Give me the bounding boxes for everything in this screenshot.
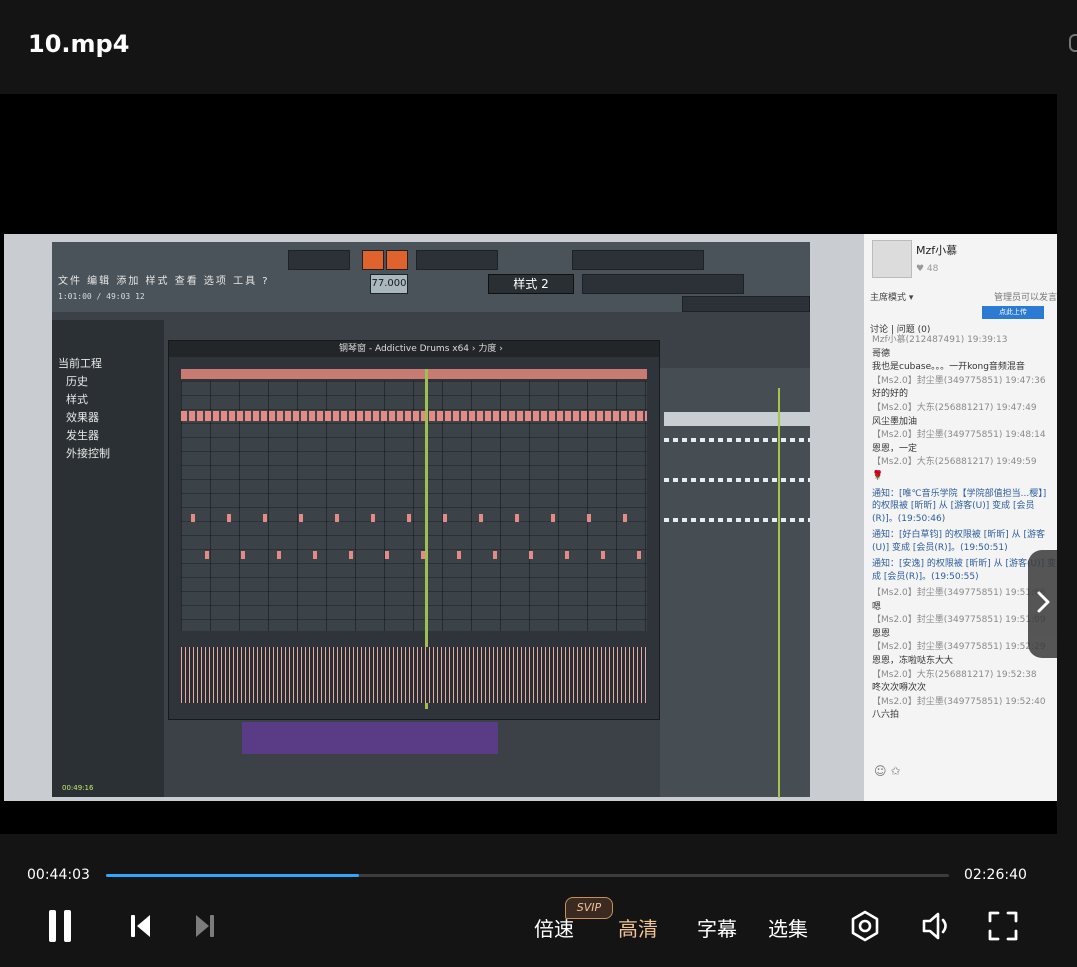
fl-plugin-buttons bbox=[682, 296, 810, 312]
fl-tempo: 77.000 bbox=[370, 274, 408, 294]
playlist-window bbox=[660, 368, 810, 798]
chevron-right-icon bbox=[1037, 591, 1050, 613]
fl-view-buttons bbox=[582, 274, 744, 294]
chat-message-meta: 【Ms2.0】大东(256881217) 19:47:49 bbox=[872, 402, 1037, 413]
chat-mode: 主席模式 ▾ bbox=[870, 293, 914, 303]
chat-notice: 通知：[唯℃音乐学院【学院部值担当...樱】] 的权限被 [昕昕] 从 [游客(… bbox=[872, 488, 1047, 524]
side-panel-handle-icon[interactable] bbox=[1069, 34, 1077, 52]
fullscreen-button[interactable] bbox=[982, 902, 1024, 950]
chat-message-text: 好的好的 bbox=[872, 389, 909, 400]
volume-button[interactable] bbox=[916, 902, 958, 950]
chat-message-text: 恩恩，冻啦哒东大大 bbox=[872, 656, 954, 666]
note-row-snare bbox=[191, 514, 631, 522]
fl-toolbar: 文件 编辑 添加 样式 查看 选项 工具 ? 1:01:00 / 49:03 1… bbox=[52, 242, 810, 312]
playlist-pattern-clip bbox=[664, 438, 810, 442]
chat-message-meta: 【Ms2.0】大东(256881217) 19:52:38 bbox=[872, 669, 1037, 680]
skip-next-icon bbox=[196, 915, 214, 937]
fl-pattern-selector: 样式 2 bbox=[488, 274, 574, 294]
chat-message-meta: 【Ms2.0】封尘墨(349775851) 19:48:14 bbox=[872, 430, 1046, 441]
chat-message-text: 风尘墨加油 bbox=[872, 416, 918, 427]
browser-item-generators: 发生器 bbox=[66, 429, 99, 442]
video-player[interactable]: 文件 编辑 添加 样式 查看 选项 工具 ? 1:01:00 / 49:03 1… bbox=[0, 94, 1057, 834]
chat-username: Mzf小慕 bbox=[916, 244, 958, 257]
fl-record-toggle bbox=[362, 250, 384, 270]
episodes-button[interactable]: 选集 bbox=[768, 913, 808, 942]
playlist-playhead bbox=[778, 388, 780, 798]
chat-likes: ♥ 48 bbox=[916, 264, 939, 274]
settings-icon bbox=[851, 910, 879, 942]
velocity-lane bbox=[181, 647, 647, 703]
chat-notice: 通知：[好白草钧] 的权限被 [昕昕] 从 [游客(U)] 变成 [会员(R)]… bbox=[872, 530, 1046, 553]
chat-message-meta: Mzf小慕(212487491) 19:39:13 bbox=[872, 335, 1008, 345]
browser-item-patterns: 样式 bbox=[66, 393, 88, 406]
previous-button[interactable] bbox=[120, 902, 160, 950]
playlist-audio-clip bbox=[664, 412, 810, 426]
browser-item-effects: 效果器 bbox=[66, 411, 99, 424]
fullscreen-icon bbox=[988, 911, 1018, 941]
playlist-pattern-clip bbox=[664, 518, 810, 522]
star-icon: ✩ bbox=[890, 764, 901, 778]
next-video-tab[interactable] bbox=[1028, 550, 1057, 658]
progress-fill bbox=[106, 874, 359, 877]
chat-message-meta: 【Ms2.0】封尘墨(349775851) 19:47:36 bbox=[872, 375, 1046, 386]
emoji-icon: ☺ bbox=[874, 764, 887, 778]
recording-clock: 00:49:16 bbox=[62, 784, 94, 792]
fl-transport bbox=[288, 250, 350, 270]
quality-button[interactable]: 高清 bbox=[618, 913, 658, 942]
current-time: 00:44:03 bbox=[27, 867, 90, 883]
subtitle-button[interactable]: 字幕 bbox=[697, 913, 737, 942]
chat-message-text: 哥德 bbox=[872, 348, 891, 359]
chat-tools: ☺ ✩ bbox=[874, 764, 900, 778]
svip-badge: SVIP bbox=[565, 897, 613, 919]
settings-button[interactable] bbox=[844, 902, 886, 950]
fl-menu-bar: 文件 编辑 添加 样式 查看 选项 工具 ? bbox=[58, 276, 270, 287]
chat-admin-note: 管理员可以发言 bbox=[993, 293, 1057, 303]
chat-panel: Mzf小慕 ♥ 48 主席模式 ▾ 管理员可以发言 点此上传 讨论 | 问题 (… bbox=[864, 234, 1057, 801]
progress-bar[interactable] bbox=[106, 874, 949, 877]
avatar bbox=[872, 240, 912, 278]
right-edge-strip bbox=[1057, 94, 1077, 967]
piano-roll-title: 钢琴窗 - Addictive Drums x64 › 力度 › bbox=[169, 341, 659, 357]
chat-message-text: 咚次次嘚次次 bbox=[872, 683, 927, 694]
chat-message-text: 我也是cubase。。。一开kong音频混音 bbox=[872, 362, 1025, 373]
browser-item-history: 历史 bbox=[66, 375, 88, 388]
fl-loop-toggle bbox=[386, 250, 408, 270]
browser-item-controllers: 外接控制 bbox=[66, 447, 110, 460]
video-title: 10.mp4 bbox=[28, 30, 130, 58]
fl-browser: 当前工程 历史 样式 效果器 发生器 外接控制 bbox=[52, 320, 164, 797]
next-button[interactable] bbox=[184, 902, 224, 950]
fl-oscilloscope bbox=[572, 250, 704, 270]
note-row-hihat bbox=[181, 411, 647, 421]
chat-upload-button: 点此上传 bbox=[982, 306, 1044, 319]
chat-message-text: 八六拍 bbox=[872, 710, 900, 721]
fl-studio-window: 文件 编辑 添加 样式 查看 选项 工具 ? 1:01:00 / 49:03 1… bbox=[52, 242, 810, 798]
chat-message-text: 🌹 bbox=[872, 470, 884, 481]
fl-tool-group bbox=[416, 250, 498, 270]
pause-icon bbox=[49, 910, 71, 942]
browser-item-project: 当前工程 bbox=[58, 357, 102, 370]
title-bar: 10.mp4 bbox=[0, 0, 1077, 94]
chat-message-meta: 【Ms2.0】封尘墨(349775851) 19:52:40 bbox=[872, 696, 1046, 707]
chat-log: Mzf小慕(212487491) 19:39:13 哥德我也是cubase。。。一… bbox=[872, 334, 1056, 723]
piano-roll-ruler bbox=[181, 369, 647, 379]
chat-message-text: 恩恩，一定 bbox=[872, 443, 918, 454]
video-frame: 文件 编辑 添加 样式 查看 选项 工具 ? 1:01:00 / 49:03 1… bbox=[4, 234, 1057, 801]
duration: 02:26:40 bbox=[964, 867, 1027, 883]
volume-icon bbox=[922, 912, 947, 940]
fl-time-readout: 1:01:00 / 49:03 12 bbox=[58, 292, 145, 301]
plugin-panel bbox=[242, 722, 498, 754]
pause-button[interactable] bbox=[38, 902, 82, 950]
piano-roll-window: 钢琴窗 - Addictive Drums x64 › 力度 › bbox=[168, 340, 660, 720]
skip-previous-icon bbox=[131, 915, 150, 937]
chat-message-meta: 【Ms2.0】大东(256881217) 19:49:59 bbox=[872, 457, 1037, 468]
playlist-pattern-clip bbox=[664, 478, 810, 482]
